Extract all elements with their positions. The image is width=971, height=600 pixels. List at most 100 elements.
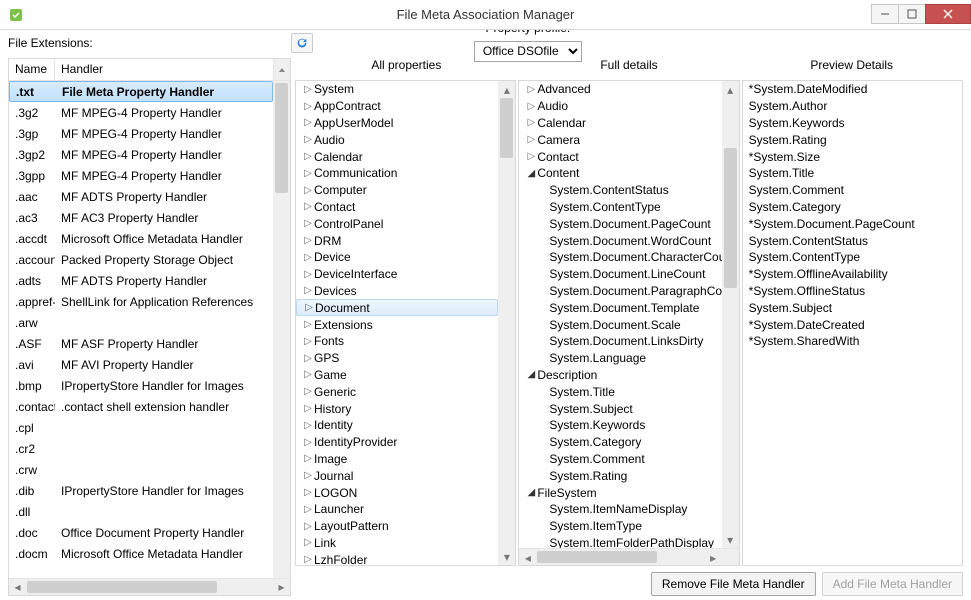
expander-icon[interactable]: ▷ [302,218,314,229]
property-group[interactable]: ▷Fonts [296,333,498,350]
expander-icon[interactable]: ▷ [525,117,537,128]
property-group[interactable]: ▷LOGON [296,484,498,501]
extension-row[interactable]: .dibIPropertyStore Handler for Images [9,480,273,501]
detail-property[interactable]: System.Rating [519,467,721,484]
expander-icon[interactable]: ▷ [302,420,314,431]
detail-property[interactable]: System.Document.WordCount [519,232,721,249]
expander-icon[interactable]: ▷ [302,521,314,532]
preview-property[interactable]: *System.Document.PageCount [743,215,962,232]
extension-row[interactable]: .3g2MF MPEG-4 Property Handler [9,102,273,123]
detail-property[interactable]: System.ItemNameDisplay [519,501,721,518]
expander-icon[interactable]: ▷ [302,336,314,347]
preview-property[interactable]: System.Keywords [743,115,962,132]
detail-group[interactable]: ▷Calendar [519,115,721,132]
expander-icon[interactable]: ◢ [525,168,537,179]
property-group[interactable]: ▷Contact [296,199,498,216]
expander-icon[interactable]: ▷ [302,201,314,212]
extensions-hscroll[interactable]: ◂ ▸ [9,578,290,595]
extensions-vscroll[interactable] [273,81,290,578]
property-group[interactable]: ▷Generic [296,383,498,400]
property-group[interactable]: ▷Communication [296,165,498,182]
preview-property[interactable]: System.ContentStatus [743,232,962,249]
detail-group[interactable]: ◢Content [519,165,721,182]
expander-icon[interactable]: ▷ [302,453,314,464]
expander-icon[interactable]: ▷ [302,168,314,179]
expander-icon[interactable]: ▷ [302,185,314,196]
property-group[interactable]: ▷Link [296,535,498,552]
preview-property[interactable]: System.Comment [743,182,962,199]
property-group[interactable]: ▷Journal [296,467,498,484]
extension-row[interactable]: .accounPacked Property Storage Object [9,249,273,270]
detail-property[interactable]: System.Keywords [519,417,721,434]
detail-property[interactable]: System.Document.LinksDirty [519,333,721,350]
expander-icon[interactable]: ▷ [302,134,314,145]
extension-row[interactable]: .ASFMF ASF Property Handler [9,333,273,354]
extension-row[interactable]: .appref-ShellLink for Application Refere… [9,291,273,312]
expander-icon[interactable]: ▷ [302,437,314,448]
scroll-left-icon[interactable]: ◂ [9,579,26,596]
expander-icon[interactable]: ▷ [302,403,314,414]
property-group[interactable]: ▷Audio [296,131,498,148]
expander-icon[interactable]: ▷ [302,470,314,481]
preview-property[interactable]: System.ContentType [743,249,962,266]
property-group[interactable]: ▷LzhFolder [296,551,498,565]
extension-row[interactable]: .cpl [9,417,273,438]
scroll-up-icon[interactable] [273,59,290,80]
extension-row[interactable]: .crw [9,459,273,480]
preview-property[interactable]: *System.DateModified [743,81,962,98]
extension-row[interactable]: .accdtMicrosoft Office Metadata Handler [9,228,273,249]
full-details-hscroll[interactable]: ◂ ▸ [519,548,738,565]
property-group[interactable]: ▷IdentityProvider [296,434,498,451]
property-group[interactable]: ▷AppUserModel [296,115,498,132]
detail-group[interactable]: ◢Description [519,367,721,384]
property-group[interactable]: ▷Identity [296,417,498,434]
extension-row[interactable]: .contact.contact shell extension handler [9,396,273,417]
property-group[interactable]: ▷ControlPanel [296,215,498,232]
property-group[interactable]: ▷Calendar [296,148,498,165]
expander-icon[interactable]: ▷ [525,151,537,162]
detail-group[interactable]: ◢FileSystem [519,484,721,501]
detail-property[interactable]: System.Document.ParagraphCo [519,283,721,300]
detail-property[interactable]: System.Document.LineCount [519,266,721,283]
expander-icon[interactable]: ▷ [302,504,314,515]
refresh-button[interactable] [291,33,313,53]
expander-icon[interactable]: ▷ [302,353,314,364]
detail-property[interactable]: System.Subject [519,400,721,417]
preview-property[interactable]: System.Category [743,199,962,216]
detail-property[interactable]: System.ContentStatus [519,182,721,199]
expander-icon[interactable]: ◢ [525,369,537,380]
extension-row[interactable]: .txtFile Meta Property Handler [9,81,273,102]
expander-icon[interactable]: ▷ [302,252,314,263]
extension-row[interactable]: .3gppMF MPEG-4 Property Handler [9,165,273,186]
expander-icon[interactable]: ▷ [302,151,314,162]
expander-icon[interactable]: ▷ [302,117,314,128]
expander-icon[interactable]: ◢ [525,487,537,498]
expander-icon[interactable]: ▷ [302,285,314,296]
detail-property[interactable]: System.ItemType [519,518,721,535]
detail-group[interactable]: ▷Camera [519,131,721,148]
expander-icon[interactable]: ▷ [302,487,314,498]
column-handler-header[interactable]: Handler [55,59,273,80]
property-group[interactable]: ▷LayoutPattern [296,518,498,535]
extension-row[interactable]: .aviMF AVI Property Handler [9,354,273,375]
detail-property[interactable]: System.ItemFolderPathDisplay [519,535,721,548]
extension-row[interactable]: .bmpIPropertyStore Handler for Images [9,375,273,396]
expander-icon[interactable]: ▷ [525,134,537,145]
detail-property[interactable]: System.Document.CharacterCou [519,249,721,266]
extension-row[interactable]: .dll [9,501,273,522]
property-group[interactable]: ▷Extensions [296,316,498,333]
full-details-vscroll[interactable]: ▴ ▾ [722,81,739,548]
expander-icon[interactable]: ▷ [303,302,315,313]
expander-icon[interactable]: ▷ [525,101,537,112]
expander-icon[interactable]: ▷ [302,386,314,397]
extension-row[interactable]: .3gpMF MPEG-4 Property Handler [9,123,273,144]
property-group[interactable]: ▷DeviceInterface [296,266,498,283]
detail-group[interactable]: ▷Advanced [519,81,721,98]
detail-property[interactable]: System.Category [519,434,721,451]
expander-icon[interactable]: ▷ [302,101,314,112]
extension-row[interactable]: .docOffice Document Property Handler [9,522,273,543]
extension-row[interactable]: .adtsMF ADTS Property Handler [9,270,273,291]
expander-icon[interactable]: ▷ [302,269,314,280]
expander-icon[interactable]: ▷ [302,537,314,548]
extension-row[interactable]: .cr2 [9,438,273,459]
